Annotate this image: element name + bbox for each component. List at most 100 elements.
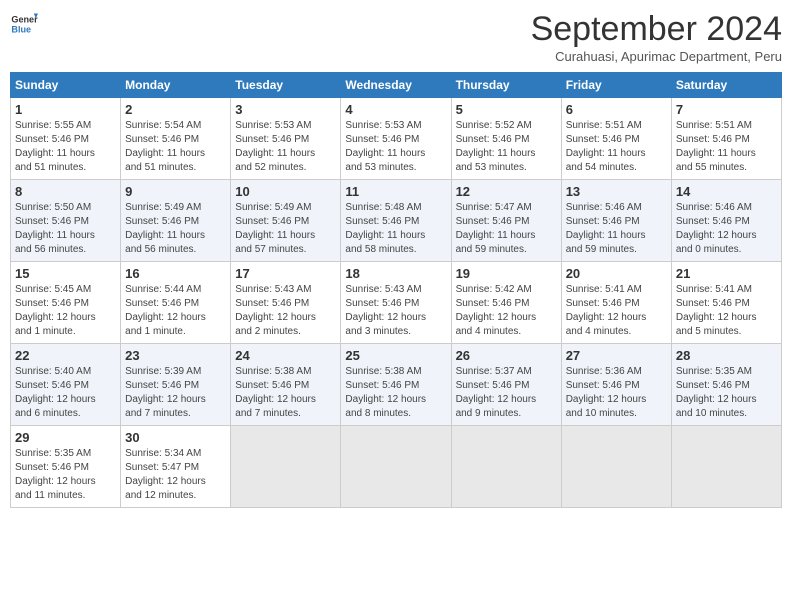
calendar-cell: 23 Sunrise: 5:39 AM Sunset: 5:46 PM Dayli…	[121, 344, 231, 426]
calendar-cell: 15Sunrise: 5:45 AM Sunset: 5:46 PM Dayli…	[11, 262, 121, 344]
day-info: Sunrise: 5:50 AM Sunset: 5:46 PM Dayligh…	[15, 201, 116, 257]
day-number: 9	[125, 184, 226, 199]
day-number: 14	[676, 184, 777, 199]
weekday-header-tuesday: Tuesday	[231, 73, 341, 98]
weekday-header-wednesday: Wednesday	[341, 73, 451, 98]
day-number: 5	[456, 102, 557, 117]
calendar-cell	[231, 426, 341, 508]
calendar-cell: 3 Sunrise: 5:53 AM Sunset: 5:46 PM Daylig…	[231, 98, 341, 180]
day-number: 13	[566, 184, 667, 199]
calendar-cell: 10 Sunrise: 5:49 AM Sunset: 5:46 PM Dayli…	[231, 180, 341, 262]
calendar-cell: 11 Sunrise: 5:48 AM Sunset: 5:46 PM Dayli…	[341, 180, 451, 262]
calendar-cell	[671, 426, 781, 508]
calendar-cell: 28 Sunrise: 5:35 AM Sunset: 5:46 PM Dayli…	[671, 344, 781, 426]
weekday-header-row: SundayMondayTuesdayWednesdayThursdayFrid…	[11, 73, 782, 98]
day-info: Sunrise: 5:37 AM Sunset: 5:46 PM Dayligh…	[456, 365, 557, 421]
day-number: 7	[676, 102, 777, 117]
day-number: 11	[345, 184, 446, 199]
calendar-cell: 4 Sunrise: 5:53 AM Sunset: 5:46 PM Daylig…	[341, 98, 451, 180]
day-number: 28	[676, 348, 777, 363]
day-number: 30	[125, 430, 226, 445]
day-number: 1	[15, 102, 116, 117]
day-info: Sunrise: 5:38 AM Sunset: 5:46 PM Dayligh…	[235, 365, 336, 421]
title-block: September 2024 Curahuasi, Apurimac Depar…	[531, 10, 782, 64]
day-info: Sunrise: 5:40 AM Sunset: 5:46 PM Dayligh…	[15, 365, 116, 421]
week-row-3: 15Sunrise: 5:45 AM Sunset: 5:46 PM Dayli…	[11, 262, 782, 344]
day-number: 20	[566, 266, 667, 281]
calendar-table: SundayMondayTuesdayWednesdayThursdayFrid…	[10, 72, 782, 508]
weekday-header-monday: Monday	[121, 73, 231, 98]
calendar-cell: 30 Sunrise: 5:34 AM Sunset: 5:47 PM Dayli…	[121, 426, 231, 508]
day-info: Sunrise: 5:41 AM Sunset: 5:46 PM Dayligh…	[676, 283, 777, 339]
calendar-cell: 5 Sunrise: 5:52 AM Sunset: 5:46 PM Daylig…	[451, 98, 561, 180]
page-header: General Blue September 2024 Curahuasi, A…	[10, 10, 782, 64]
day-number: 8	[15, 184, 116, 199]
calendar-cell: 8 Sunrise: 5:50 AM Sunset: 5:46 PM Daylig…	[11, 180, 121, 262]
week-row-5: 29 Sunrise: 5:35 AM Sunset: 5:46 PM Dayli…	[11, 426, 782, 508]
subtitle: Curahuasi, Apurimac Department, Peru	[531, 49, 782, 64]
month-title: September 2024	[531, 10, 782, 49]
day-info: Sunrise: 5:53 AM Sunset: 5:46 PM Dayligh…	[345, 119, 446, 175]
calendar-cell: 7 Sunrise: 5:51 AM Sunset: 5:46 PM Daylig…	[671, 98, 781, 180]
weekday-header-sunday: Sunday	[11, 73, 121, 98]
weekday-header-saturday: Saturday	[671, 73, 781, 98]
day-info: Sunrise: 5:48 AM Sunset: 5:46 PM Dayligh…	[345, 201, 446, 257]
calendar-cell: 6 Sunrise: 5:51 AM Sunset: 5:46 PM Daylig…	[561, 98, 671, 180]
day-number: 12	[456, 184, 557, 199]
calendar-cell: 29 Sunrise: 5:35 AM Sunset: 5:46 PM Dayli…	[11, 426, 121, 508]
day-number: 2	[125, 102, 226, 117]
day-info: Sunrise: 5:35 AM Sunset: 5:46 PM Dayligh…	[15, 447, 116, 503]
day-number: 23	[125, 348, 226, 363]
day-info: Sunrise: 5:53 AM Sunset: 5:46 PM Dayligh…	[235, 119, 336, 175]
day-number: 3	[235, 102, 336, 117]
calendar-cell: 12Sunrise: 5:47 AM Sunset: 5:46 PM Dayli…	[451, 180, 561, 262]
weekday-header-thursday: Thursday	[451, 73, 561, 98]
calendar-cell	[341, 426, 451, 508]
day-info: Sunrise: 5:46 AM Sunset: 5:46 PM Dayligh…	[566, 201, 667, 257]
day-number: 29	[15, 430, 116, 445]
calendar-cell: 21 Sunrise: 5:41 AM Sunset: 5:46 PM Dayli…	[671, 262, 781, 344]
calendar-cell: 27Sunrise: 5:36 AM Sunset: 5:46 PM Dayli…	[561, 344, 671, 426]
day-number: 17	[235, 266, 336, 281]
day-info: Sunrise: 5:38 AM Sunset: 5:46 PM Dayligh…	[345, 365, 446, 421]
calendar-cell: 24 Sunrise: 5:38 AM Sunset: 5:46 PM Dayli…	[231, 344, 341, 426]
calendar-cell: 25Sunrise: 5:38 AM Sunset: 5:46 PM Dayli…	[341, 344, 451, 426]
day-info: Sunrise: 5:34 AM Sunset: 5:47 PM Dayligh…	[125, 447, 226, 503]
calendar-cell: 1Sunrise: 5:55 AM Sunset: 5:46 PM Daylig…	[11, 98, 121, 180]
day-info: Sunrise: 5:35 AM Sunset: 5:46 PM Dayligh…	[676, 365, 777, 421]
calendar-cell: 20Sunrise: 5:41 AM Sunset: 5:46 PM Dayli…	[561, 262, 671, 344]
svg-text:General: General	[11, 15, 38, 25]
day-info: Sunrise: 5:52 AM Sunset: 5:46 PM Dayligh…	[456, 119, 557, 175]
day-info: Sunrise: 5:54 AM Sunset: 5:46 PM Dayligh…	[125, 119, 226, 175]
day-number: 24	[235, 348, 336, 363]
day-number: 26	[456, 348, 557, 363]
calendar-cell: 18Sunrise: 5:43 AM Sunset: 5:46 PM Dayli…	[341, 262, 451, 344]
day-number: 4	[345, 102, 446, 117]
week-row-2: 8 Sunrise: 5:50 AM Sunset: 5:46 PM Daylig…	[11, 180, 782, 262]
day-number: 27	[566, 348, 667, 363]
calendar-cell: 19 Sunrise: 5:42 AM Sunset: 5:46 PM Dayli…	[451, 262, 561, 344]
calendar-cell: 13 Sunrise: 5:46 AM Sunset: 5:46 PM Dayli…	[561, 180, 671, 262]
day-info: Sunrise: 5:42 AM Sunset: 5:46 PM Dayligh…	[456, 283, 557, 339]
day-info: Sunrise: 5:43 AM Sunset: 5:46 PM Dayligh…	[345, 283, 446, 339]
day-info: Sunrise: 5:51 AM Sunset: 5:46 PM Dayligh…	[676, 119, 777, 175]
day-info: Sunrise: 5:39 AM Sunset: 5:46 PM Dayligh…	[125, 365, 226, 421]
day-number: 15	[15, 266, 116, 281]
day-number: 10	[235, 184, 336, 199]
day-info: Sunrise: 5:51 AM Sunset: 5:46 PM Dayligh…	[566, 119, 667, 175]
calendar-cell: 14 Sunrise: 5:46 AM Sunset: 5:46 PM Dayli…	[671, 180, 781, 262]
day-info: Sunrise: 5:46 AM Sunset: 5:46 PM Dayligh…	[676, 201, 777, 257]
logo-icon: General Blue	[10, 10, 38, 38]
day-info: Sunrise: 5:49 AM Sunset: 5:46 PM Dayligh…	[235, 201, 336, 257]
week-row-4: 22 Sunrise: 5:40 AM Sunset: 5:46 PM Dayli…	[11, 344, 782, 426]
calendar-cell: 16Sunrise: 5:44 AM Sunset: 5:46 PM Dayli…	[121, 262, 231, 344]
day-info: Sunrise: 5:43 AM Sunset: 5:46 PM Dayligh…	[235, 283, 336, 339]
svg-text:Blue: Blue	[11, 24, 31, 34]
calendar-cell: 26 Sunrise: 5:37 AM Sunset: 5:46 PM Dayli…	[451, 344, 561, 426]
weekday-header-friday: Friday	[561, 73, 671, 98]
calendar-cell: 17 Sunrise: 5:43 AM Sunset: 5:46 PM Dayli…	[231, 262, 341, 344]
day-number: 6	[566, 102, 667, 117]
day-number: 22	[15, 348, 116, 363]
day-number: 19	[456, 266, 557, 281]
day-number: 21	[676, 266, 777, 281]
